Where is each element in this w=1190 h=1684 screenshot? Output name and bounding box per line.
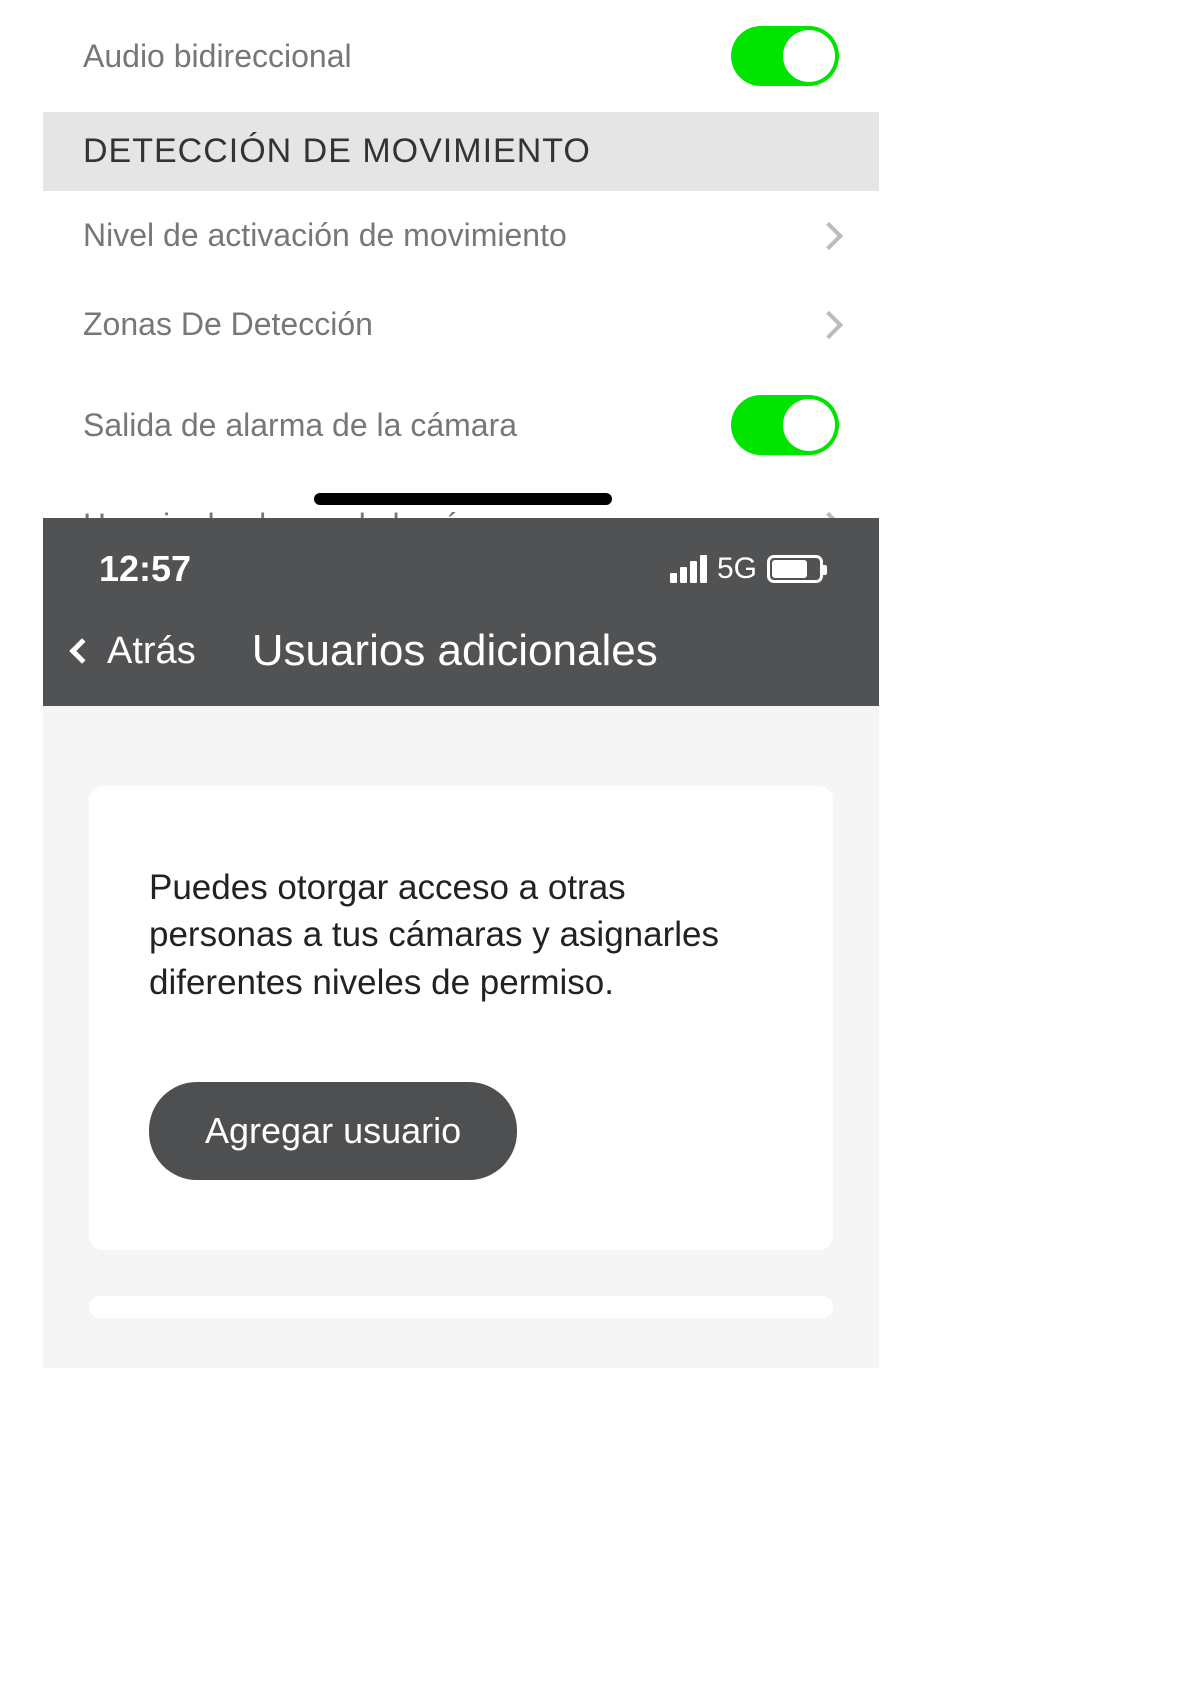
motion-detection-section-header: DETECCIÓN DE MOVIMIENTO [43, 112, 879, 191]
camera-alarm-output-label: Salida de alarma de la cámara [83, 407, 517, 444]
home-indicator[interactable] [314, 493, 612, 505]
network-type: 5G [717, 552, 757, 586]
signal-icon [670, 555, 707, 583]
detection-zones-label: Zonas De Detección [83, 306, 373, 343]
motion-activation-level-row[interactable]: Nivel de activación de movimiento [43, 191, 879, 280]
motion-activation-level-label: Nivel de activación de movimiento [83, 217, 567, 254]
card-description: Puedes otorgar acceso a otras personas a… [149, 864, 773, 1006]
info-card: Puedes otorgar acceso a otras personas a… [89, 786, 833, 1250]
back-button[interactable]: Atrás [107, 630, 196, 673]
additional-users-screen: 12:57 5G Atrás Usuarios adicionales Pued… [43, 518, 879, 1368]
navigation-bar: Atrás Usuarios adicionales [43, 610, 879, 706]
audio-bidirectional-toggle[interactable] [731, 26, 839, 86]
status-right: 5G [670, 552, 823, 586]
secondary-card [89, 1296, 833, 1318]
chevron-right-icon [815, 221, 843, 249]
page-title: Usuarios adicionales [252, 626, 658, 676]
camera-alarm-output-toggle[interactable] [731, 395, 839, 455]
status-bar: 12:57 5G [43, 518, 879, 610]
audio-bidirectional-row: Audio bidireccional [43, 0, 879, 112]
content-area: Puedes otorgar acceso a otras personas a… [43, 706, 879, 1368]
camera-settings-panel: Audio bidireccional DETECCIÓN DE MOVIMIE… [43, 0, 879, 544]
add-user-button[interactable]: Agregar usuario [149, 1082, 517, 1180]
status-time: 12:57 [99, 548, 191, 590]
chevron-right-icon [815, 310, 843, 338]
detection-zones-row[interactable]: Zonas De Detección [43, 280, 879, 369]
battery-icon [767, 555, 823, 583]
back-chevron-icon[interactable] [69, 638, 94, 663]
audio-bidirectional-label: Audio bidireccional [83, 38, 352, 75]
camera-alarm-output-row: Salida de alarma de la cámara [43, 369, 879, 481]
